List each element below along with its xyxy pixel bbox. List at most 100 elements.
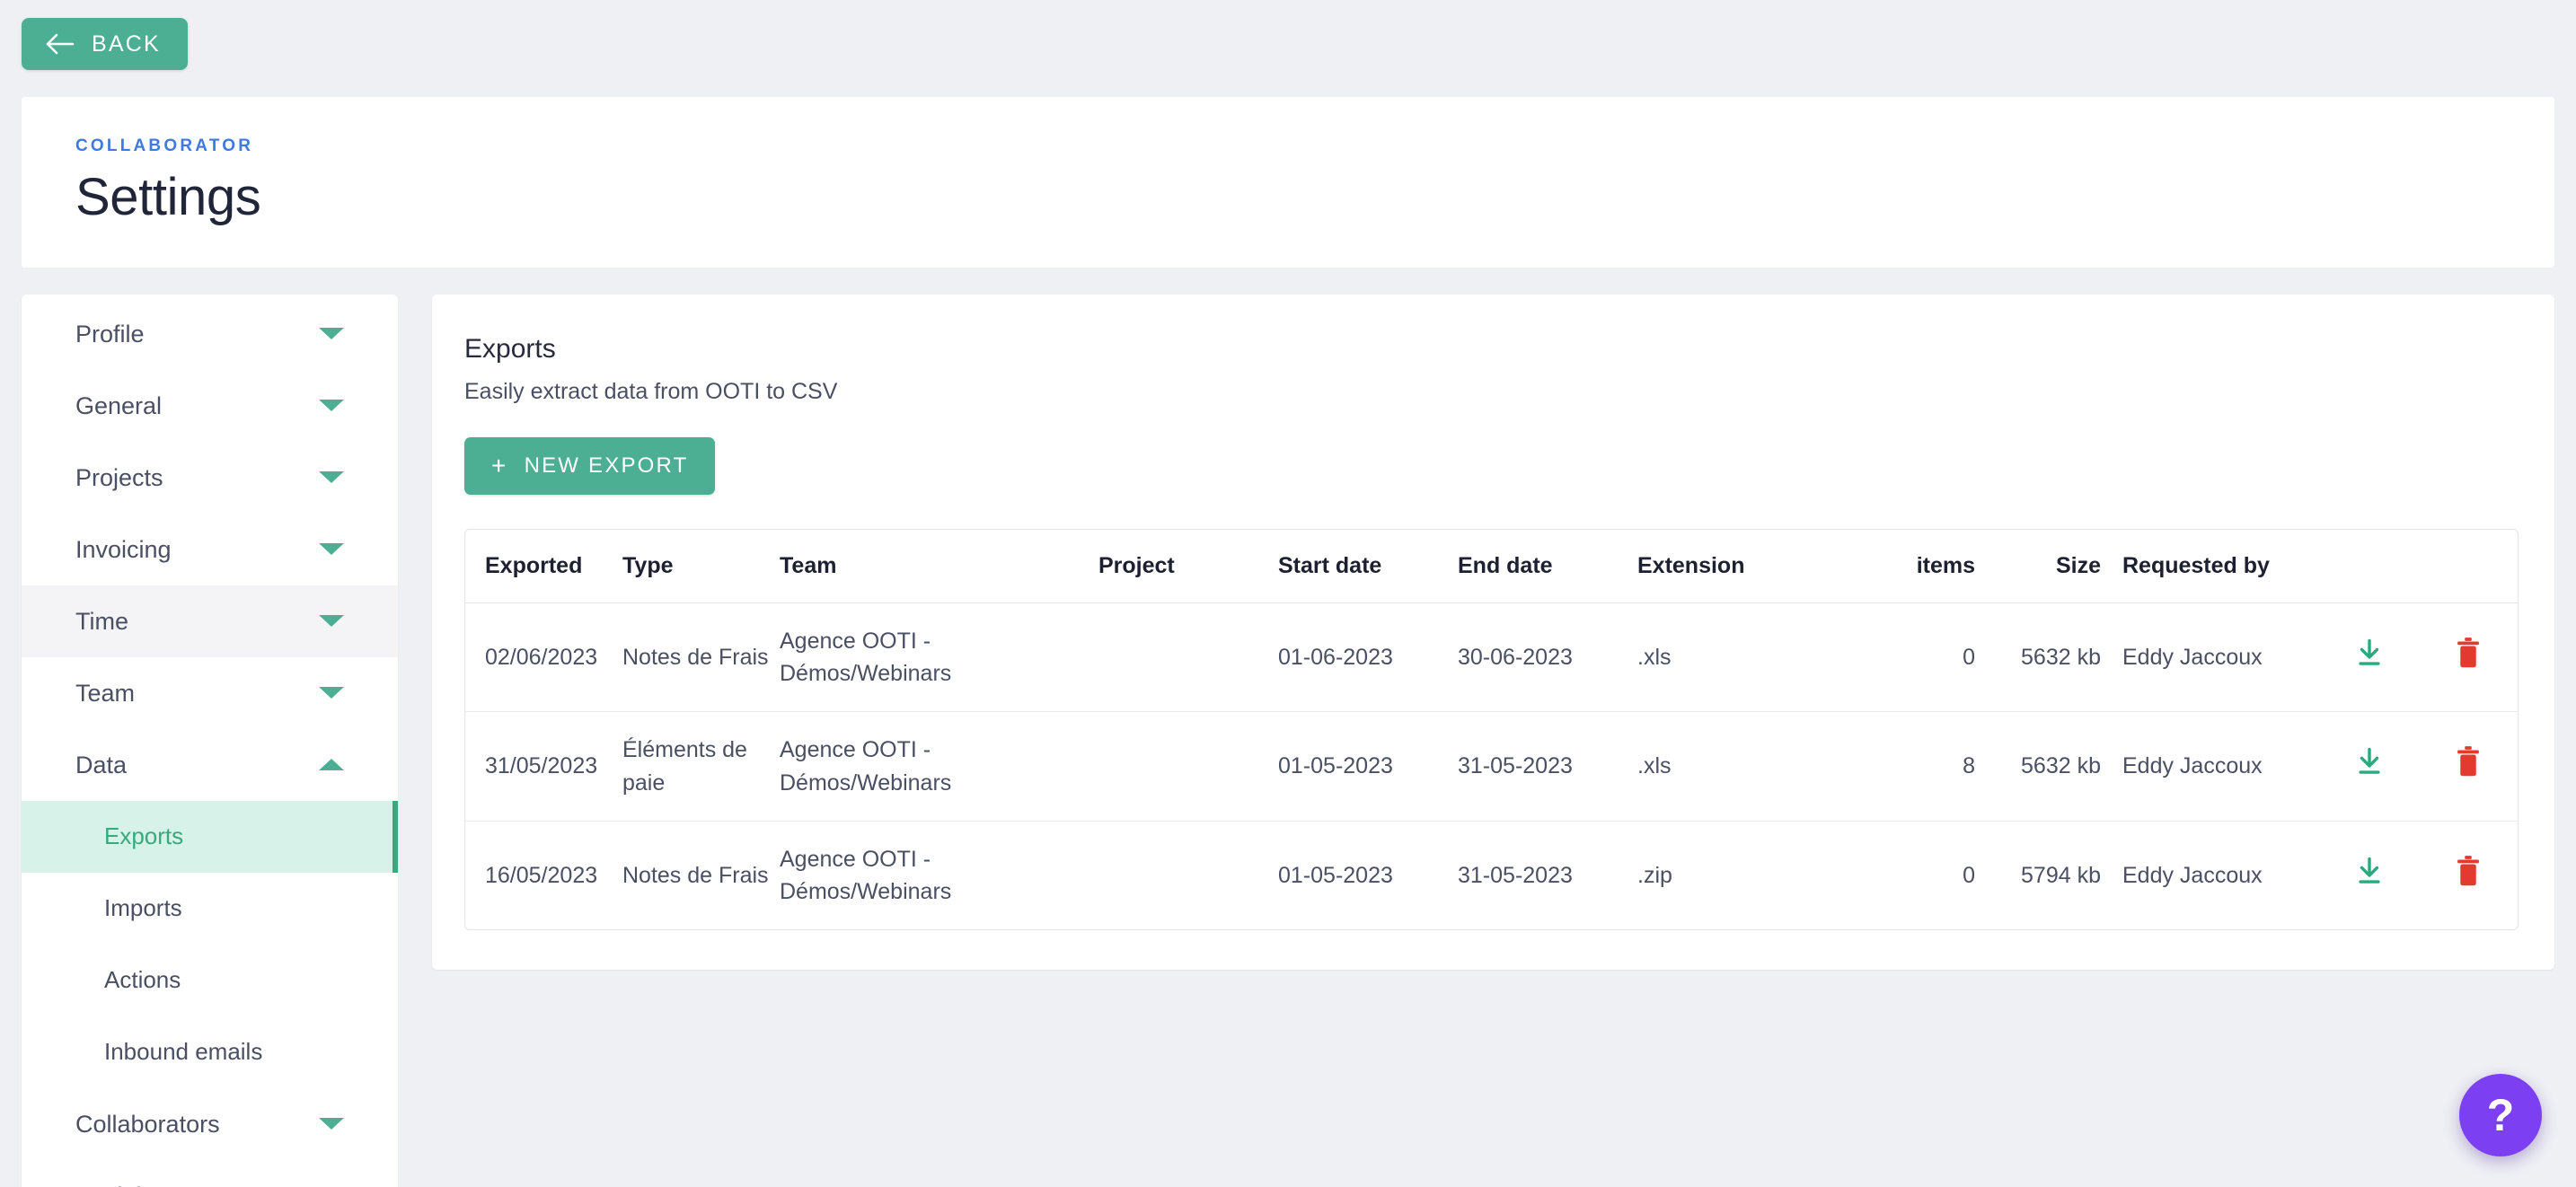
sidebar-item-label: Invoicing [75,535,172,563]
cell-delete [2419,821,2518,929]
cell-team: Agence OOTI - Démos/Webinars [780,602,1098,713]
column-header-items: items [1862,529,1997,603]
trash-icon [2455,746,2482,780]
cell-end-date: 31-05-2023 [1458,711,1637,822]
column-header-end-date: End date [1458,529,1637,603]
sidebar-subitem-label: Exports [104,822,184,850]
column-header-size: Size [1997,529,2122,603]
sidebar-item-label: Profile [75,320,145,347]
cell-project [1098,602,1278,713]
cell-exported: 02/06/2023 [465,602,622,713]
sidebar-subitem-actions[interactable]: Actions [22,945,398,1016]
sidebar-subitem-imports[interactable]: Imports [22,873,398,945]
cell-exported: 31/05/2023 [465,711,622,822]
download-button[interactable] [2354,746,2385,777]
sidebar-item-label: Modules [75,1182,167,1187]
sidebar-item-profile[interactable]: Profile [22,298,398,370]
breadcrumb: COLLABORATOR [75,136,254,155]
cell-size: 5632 kb [1997,602,2122,713]
download-icon [2354,857,2385,889]
cell-type: Notes de Frais [622,602,780,713]
sidebar-item-invoicing[interactable]: Invoicing [22,514,398,585]
sidebar-item-label: Team [75,679,136,707]
sidebar-item-team[interactable]: Team [22,657,398,729]
cell-download [2320,821,2419,929]
column-header-delete [2419,529,2518,603]
sidebar-subitem-label: Actions [104,966,181,994]
download-icon [2354,748,2385,779]
cell-items: 0 [1862,602,1997,713]
sidebar-subitem-label: Inbound emails [104,1038,263,1066]
page-header-card: COLLABORATOR Settings [22,97,2554,268]
column-header-exported: Exported [465,529,622,603]
sidebar-item-label: Data [75,751,128,778]
table-body: 02/06/2023 Notes de Frais Agence OOTI - … [465,602,2518,929]
question-mark-icon: ? [2486,1090,2515,1140]
column-header-download [2320,529,2419,603]
settings-sidebar: Profile General Projects Invoicing Time … [22,294,398,1187]
table-header-row: Exported Type Team Project Start date En… [465,529,2518,603]
chevron-up-icon[interactable] [319,759,344,771]
sidebar-item-general[interactable]: General [22,370,398,442]
help-button[interactable]: ? [2459,1074,2542,1156]
column-header-project: Project [1098,529,1278,603]
chevron-down-icon[interactable] [319,471,344,484]
sidebar-subitem-exports[interactable]: Exports [22,800,398,873]
sidebar-item-label: General [75,391,163,419]
cell-requested-by: Eddy Jaccoux [2122,602,2320,713]
trash-icon [2455,637,2482,672]
cell-team: Agence OOTI - Démos/Webinars [780,846,952,905]
trash-icon [2455,856,2482,890]
cell-size: 5794 kb [2021,862,2101,888]
sidebar-item-modules[interactable]: Modules [22,1160,398,1187]
sidebar-subitem-label: Imports [104,894,182,922]
back-bar: BACK [0,0,2576,70]
cell-type: Notes de Frais [622,862,769,888]
chevron-down-icon[interactable] [319,1118,344,1130]
sidebar-item-label: Time [75,607,128,635]
new-export-button-label: NEW EXPORT [524,453,689,478]
cell-project [1098,821,1278,929]
sidebar-item-label: Collaborators [75,1110,220,1138]
exports-table: Exported Type Team Project Start date En… [465,529,2518,930]
sidebar-subitem-inbound-emails[interactable]: Inbound emails [22,1016,398,1088]
chevron-down-icon[interactable] [319,400,344,412]
sidebar-item-data[interactable]: Data [22,729,398,801]
table-row[interactable]: 16/05/2023 Notes de Frais Agence OOTI - … [465,821,2518,929]
table-row[interactable]: 31/05/2023 Éléments de paie Agence OOTI … [465,711,2518,822]
arrow-left-icon [45,32,75,56]
cell-exported: 16/05/2023 [485,862,598,888]
sidebar-item-collaborators[interactable]: Collaborators [22,1088,398,1160]
column-header-team: Team [780,529,1098,603]
cell-requested-by: Eddy Jaccoux [2122,711,2320,822]
cell-requested-by: Eddy Jaccoux [2122,862,2263,888]
delete-button[interactable] [2455,855,2482,887]
cell-project [1098,711,1278,822]
sidebar-item-label: Projects [75,463,163,491]
delete-button[interactable] [2455,637,2482,669]
chevron-down-icon[interactable] [319,615,344,628]
download-button[interactable] [2354,637,2385,668]
chevron-down-icon[interactable] [319,543,344,556]
chevron-down-icon[interactable] [319,687,344,699]
cell-extension: .zip [1637,862,1672,888]
plus-icon: + [491,451,508,479]
delete-button[interactable] [2455,745,2482,778]
chevron-down-icon[interactable] [319,328,344,340]
cell-extension: .xls [1637,602,1862,713]
table-row[interactable]: 02/06/2023 Notes de Frais Agence OOTI - … [465,602,2518,713]
exports-table-card: Exported Type Team Project Start date En… [464,528,2519,931]
cell-size: 5632 kb [1997,711,2122,822]
body-wrapper: Profile General Projects Invoicing Time … [22,294,2554,1187]
back-button[interactable]: BACK [22,18,188,70]
column-header-requested-by: Requested by [2122,529,2320,603]
panel-subtitle: Easily extract data from OOTI to CSV [464,378,838,404]
new-export-button[interactable]: + NEW EXPORT [464,436,716,495]
cell-type: Éléments de paie [622,711,780,822]
panel-title: Exports [464,333,556,364]
sidebar-item-time[interactable]: Time [22,585,398,657]
column-header-extension: Extension [1637,529,1862,603]
cell-delete [2419,711,2518,822]
sidebar-item-projects[interactable]: Projects [22,442,398,514]
download-button[interactable] [2354,856,2385,886]
